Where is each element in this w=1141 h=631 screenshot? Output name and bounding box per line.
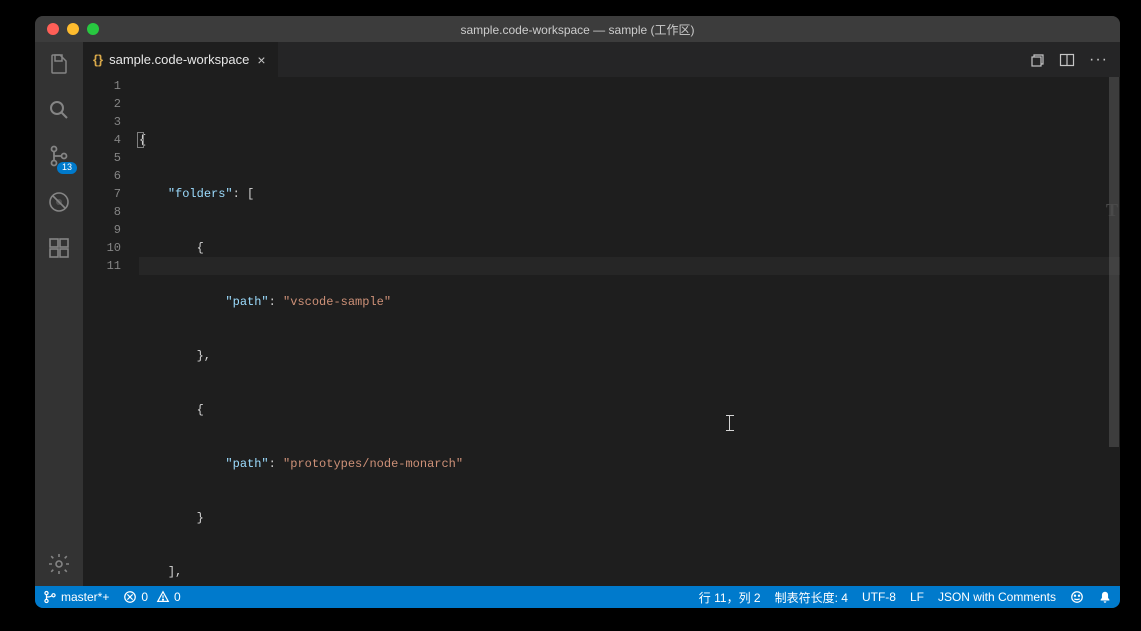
- line-number: 5: [83, 149, 121, 167]
- current-line-highlight: [139, 257, 1120, 275]
- titlebar[interactable]: sample.code-workspace — sample (工作区): [35, 16, 1120, 42]
- line-number: 2: [83, 95, 121, 113]
- tab-close-icon[interactable]: ×: [255, 52, 267, 68]
- minimize-window-button[interactable]: [67, 23, 79, 35]
- editor-group: {} sample.code-workspace × ···: [83, 42, 1120, 586]
- traffic-lights: [35, 23, 99, 35]
- explorer-icon[interactable]: [45, 50, 73, 78]
- code-content[interactable]: { "folders": [ { "path": "vscode-sample"…: [139, 77, 1120, 586]
- line-number: 1: [83, 77, 121, 95]
- line-number: 6: [83, 167, 121, 185]
- split-editor-icon[interactable]: [1059, 52, 1075, 68]
- tab-sample-workspace[interactable]: {} sample.code-workspace ×: [83, 42, 279, 77]
- debug-icon[interactable]: [45, 188, 73, 216]
- search-icon[interactable]: [45, 96, 73, 124]
- maximize-window-button[interactable]: [87, 23, 99, 35]
- open-workspace-settings-icon[interactable]: [1029, 52, 1045, 68]
- line-number: 7: [83, 185, 121, 203]
- line-number: 4: [83, 131, 121, 149]
- text-editor[interactable]: 1 2 3 4 5 6 7 8 9 10 11 { "folders": [: [83, 77, 1120, 586]
- minimap-marker: T: [1106, 201, 1118, 219]
- bracket-match-box: [137, 132, 144, 148]
- extensions-icon[interactable]: [45, 234, 73, 262]
- source-control-icon[interactable]: 13: [45, 142, 73, 170]
- git-branch-status[interactable]: master*+: [43, 590, 109, 604]
- text-cursor-icon: [729, 415, 731, 431]
- line-number: 8: [83, 203, 121, 221]
- branch-name: master*+: [61, 590, 109, 604]
- activity-bar: 13: [35, 42, 83, 586]
- more-actions-icon[interactable]: ···: [1089, 51, 1108, 69]
- editor-actions: ···: [1017, 42, 1120, 77]
- scrollbar-thumb[interactable]: [1109, 77, 1119, 447]
- window-title: sample.code-workspace — sample (工作区): [35, 21, 1120, 38]
- workbench-body: 13 {} sample.code-workspace: [35, 42, 1120, 586]
- scm-badge: 13: [57, 162, 77, 174]
- tabs-bar: {} sample.code-workspace × ···: [83, 42, 1120, 77]
- line-number-gutter: 1 2 3 4 5 6 7 8 9 10 11: [83, 77, 139, 586]
- settings-gear-icon[interactable]: [45, 550, 73, 578]
- line-number: 11: [83, 257, 121, 275]
- json-file-icon: {}: [93, 52, 103, 67]
- line-number: 10: [83, 239, 121, 257]
- close-window-button[interactable]: [47, 23, 59, 35]
- line-number: 9: [83, 221, 121, 239]
- line-number: 3: [83, 113, 121, 131]
- vscode-window: sample.code-workspace — sample (工作区) 13: [35, 16, 1120, 608]
- vertical-scrollbar[interactable]: [1108, 77, 1120, 586]
- tab-label: sample.code-workspace: [109, 52, 249, 67]
